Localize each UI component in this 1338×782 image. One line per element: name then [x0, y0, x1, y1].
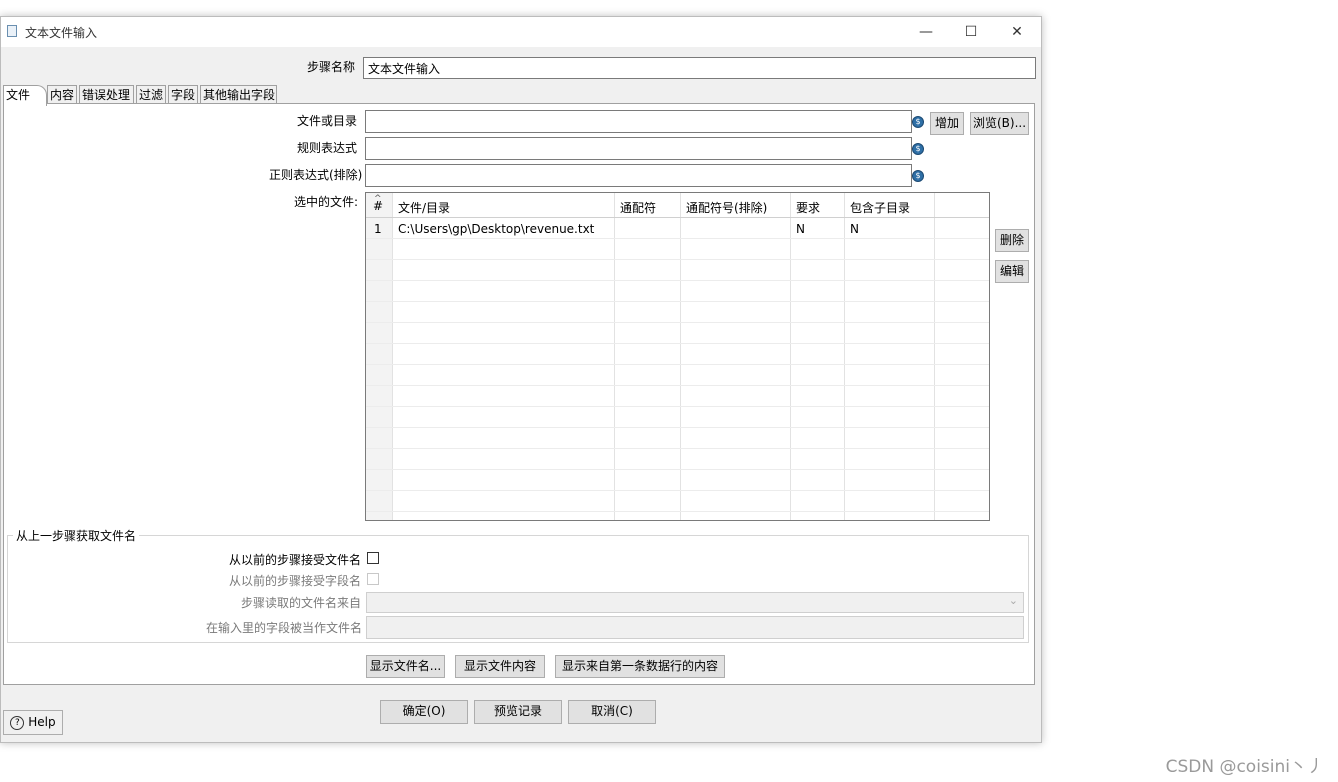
ok-button[interactable]: 确定(O): [380, 700, 468, 724]
tab-filter[interactable]: 过滤: [136, 85, 166, 104]
chevron-down-icon: ⌄: [1008, 594, 1018, 607]
table-cell-file-dir[interactable]: C:\Users\gp\Desktop\revenue.txt: [398, 222, 594, 236]
column-header-required[interactable]: 要求: [796, 199, 820, 216]
tab-error-handling[interactable]: 错误处理: [79, 85, 134, 104]
help-label: Help: [28, 715, 56, 729]
read-from-step-label: 步骤读取的文件名来自: [241, 596, 362, 610]
browse-button[interactable]: 浏览(B)...: [970, 112, 1029, 135]
column-header-wildcard-exclude[interactable]: 通配符号(排除): [686, 199, 767, 216]
regex-label: 规则表达式: [297, 141, 358, 155]
column-header-include-subdirs[interactable]: 包含子目录: [850, 199, 910, 216]
column-header-index[interactable]: #: [373, 199, 383, 213]
step-name-label: 步骤名称: [307, 60, 356, 74]
title-bar: 文本文件输入 — ☐ ✕: [1, 17, 1041, 47]
minimize-button[interactable]: —: [911, 21, 941, 43]
file-icon: [7, 25, 17, 37]
regex-exclude-label: 正则表达式(排除): [269, 168, 363, 182]
tab-fields[interactable]: 字段: [168, 85, 198, 104]
accept-fieldnames-checkbox[interactable]: [367, 573, 379, 585]
selected-files-label: 选中的文件:: [294, 195, 359, 209]
add-button[interactable]: 增加: [930, 112, 964, 135]
prev-step-group-title: 从上一步骤获取文件名: [13, 527, 140, 544]
regex-input[interactable]: [365, 137, 912, 160]
help-icon: ?: [10, 715, 25, 730]
table-cell-required[interactable]: N: [796, 222, 805, 236]
variable-icon[interactable]: $: [912, 116, 924, 128]
dialog-window: 文本文件输入 — ☐ ✕ 步骤名称 文本文件输入 文件 内容 错误处理 过滤 字…: [0, 16, 1042, 743]
variable-icon[interactable]: $: [912, 143, 924, 155]
column-header-wildcard[interactable]: 通配符: [620, 199, 656, 216]
field-as-filename-input[interactable]: [366, 616, 1024, 639]
watermark-text: CSDN @coisini丶丿: [1165, 757, 1324, 777]
delete-button[interactable]: 删除: [995, 229, 1029, 252]
selected-files-table[interactable]: ^ # 文件/目录 通配符 通配符号(排除) 要求 包含子目录 1 C:\Use…: [365, 192, 990, 521]
step-name-input[interactable]: 文本文件输入: [363, 57, 1036, 79]
cancel-button[interactable]: 取消(C): [568, 700, 656, 724]
table-row-index[interactable]: 1: [374, 222, 382, 236]
read-from-step-select[interactable]: ⌄: [366, 592, 1024, 613]
window-title: 文本文件输入: [25, 26, 98, 40]
field-as-filename-label: 在输入里的字段被当作文件名: [206, 621, 363, 635]
edit-button[interactable]: 编辑: [995, 260, 1029, 283]
file-or-dir-label: 文件或目录: [297, 114, 358, 128]
tab-content[interactable]: 内容: [47, 85, 77, 104]
maximize-button[interactable]: ☐: [956, 21, 986, 43]
tab-file[interactable]: 文件: [3, 85, 47, 106]
tab-other-output-fields[interactable]: 其他输出字段: [200, 85, 277, 104]
help-button[interactable]: ? Help: [3, 710, 63, 735]
accept-fieldnames-label: 从以前的步骤接受字段名: [229, 574, 362, 588]
close-button[interactable]: ✕: [1002, 21, 1032, 43]
variable-icon[interactable]: $: [912, 170, 924, 182]
row-header-column: [366, 193, 392, 520]
table-cell-include-subdirs[interactable]: N: [850, 222, 859, 236]
preview-button[interactable]: 预览记录: [474, 700, 562, 724]
accept-filenames-checkbox[interactable]: [367, 552, 379, 564]
file-or-dir-input[interactable]: [365, 110, 912, 133]
regex-exclude-input[interactable]: [365, 164, 912, 187]
show-filenames-button[interactable]: 显示文件名...: [366, 655, 445, 678]
column-header-file-dir[interactable]: 文件/目录: [398, 199, 450, 216]
show-file-content-button[interactable]: 显示文件内容: [455, 655, 545, 678]
show-first-row-button[interactable]: 显示来自第一条数据行的内容: [555, 655, 725, 678]
accept-filenames-label: 从以前的步骤接受文件名: [229, 553, 362, 567]
